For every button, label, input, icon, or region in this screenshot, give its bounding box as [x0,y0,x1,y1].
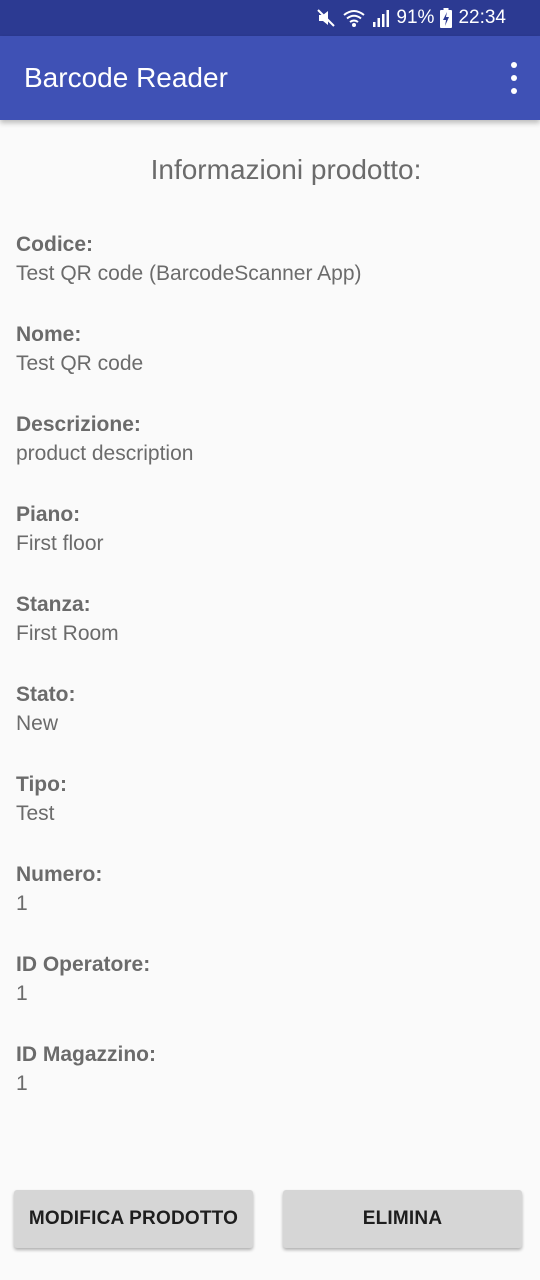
field-stato: Stato: New [16,681,524,771]
field-value: product description [16,442,194,465]
field-value: Test QR code [16,352,144,375]
page-title: Informazioni prodotto: [150,154,422,185]
edit-product-button[interactable]: MODIFICA PRODOTTO [14,1190,253,1248]
menu-dot [511,75,517,81]
field-label: Tipo: [16,773,67,796]
delete-button[interactable]: ELIMINA [283,1190,522,1248]
menu-dot [511,62,517,68]
field-piano: Piano: First floor [16,501,524,591]
product-info-list: Codice: Test QR code (BarcodeScanner App… [16,231,524,1131]
clock: 22:34 [458,7,506,28]
mute-icon [316,8,336,28]
field-codice: Codice: Test QR code (BarcodeScanner App… [16,231,524,321]
field-value: First floor [16,532,104,555]
status-icons: 91% 22:34 [316,0,506,36]
battery-percent: 91% [396,7,435,28]
field-label: Stato: [16,683,76,706]
field-value: 1 [16,1072,28,1095]
overflow-menu-icon[interactable] [506,62,522,94]
field-label: Descrizione: [16,413,141,436]
wifi-icon [342,8,366,28]
field-value: Test [16,802,55,825]
field-label: Stanza: [16,593,91,616]
app-title: Barcode Reader [24,62,228,93]
field-value: First Room [16,622,119,645]
battery-charging-icon [440,8,453,28]
field-value: Test QR code (BarcodeScanner App) [16,262,362,285]
field-label: Nome: [16,323,82,346]
field-nome: Nome: Test QR code [16,321,524,411]
field-tipo: Tipo: Test [16,771,524,861]
status-bar: 91% 22:34 [0,0,540,36]
field-label: ID Operatore: [16,953,151,976]
field-value: 1 [16,982,28,1005]
field-value: New [16,712,59,735]
field-value: 1 [16,892,28,915]
app-bar: Barcode Reader [0,36,540,120]
field-label: Codice: [16,233,94,256]
field-label: Piano: [16,503,81,526]
menu-dot [511,88,517,94]
field-id-operatore: ID Operatore: 1 [16,951,524,1041]
field-stanza: Stanza: First Room [16,591,524,681]
field-label: ID Magazzino: [16,1043,156,1066]
field-descrizione: Descrizione: product description [16,411,524,501]
signal-icon [372,8,390,28]
field-id-magazzino: ID Magazzino: 1 [16,1041,524,1131]
field-numero: Numero: 1 [16,861,524,951]
field-label: Numero: [16,863,103,886]
